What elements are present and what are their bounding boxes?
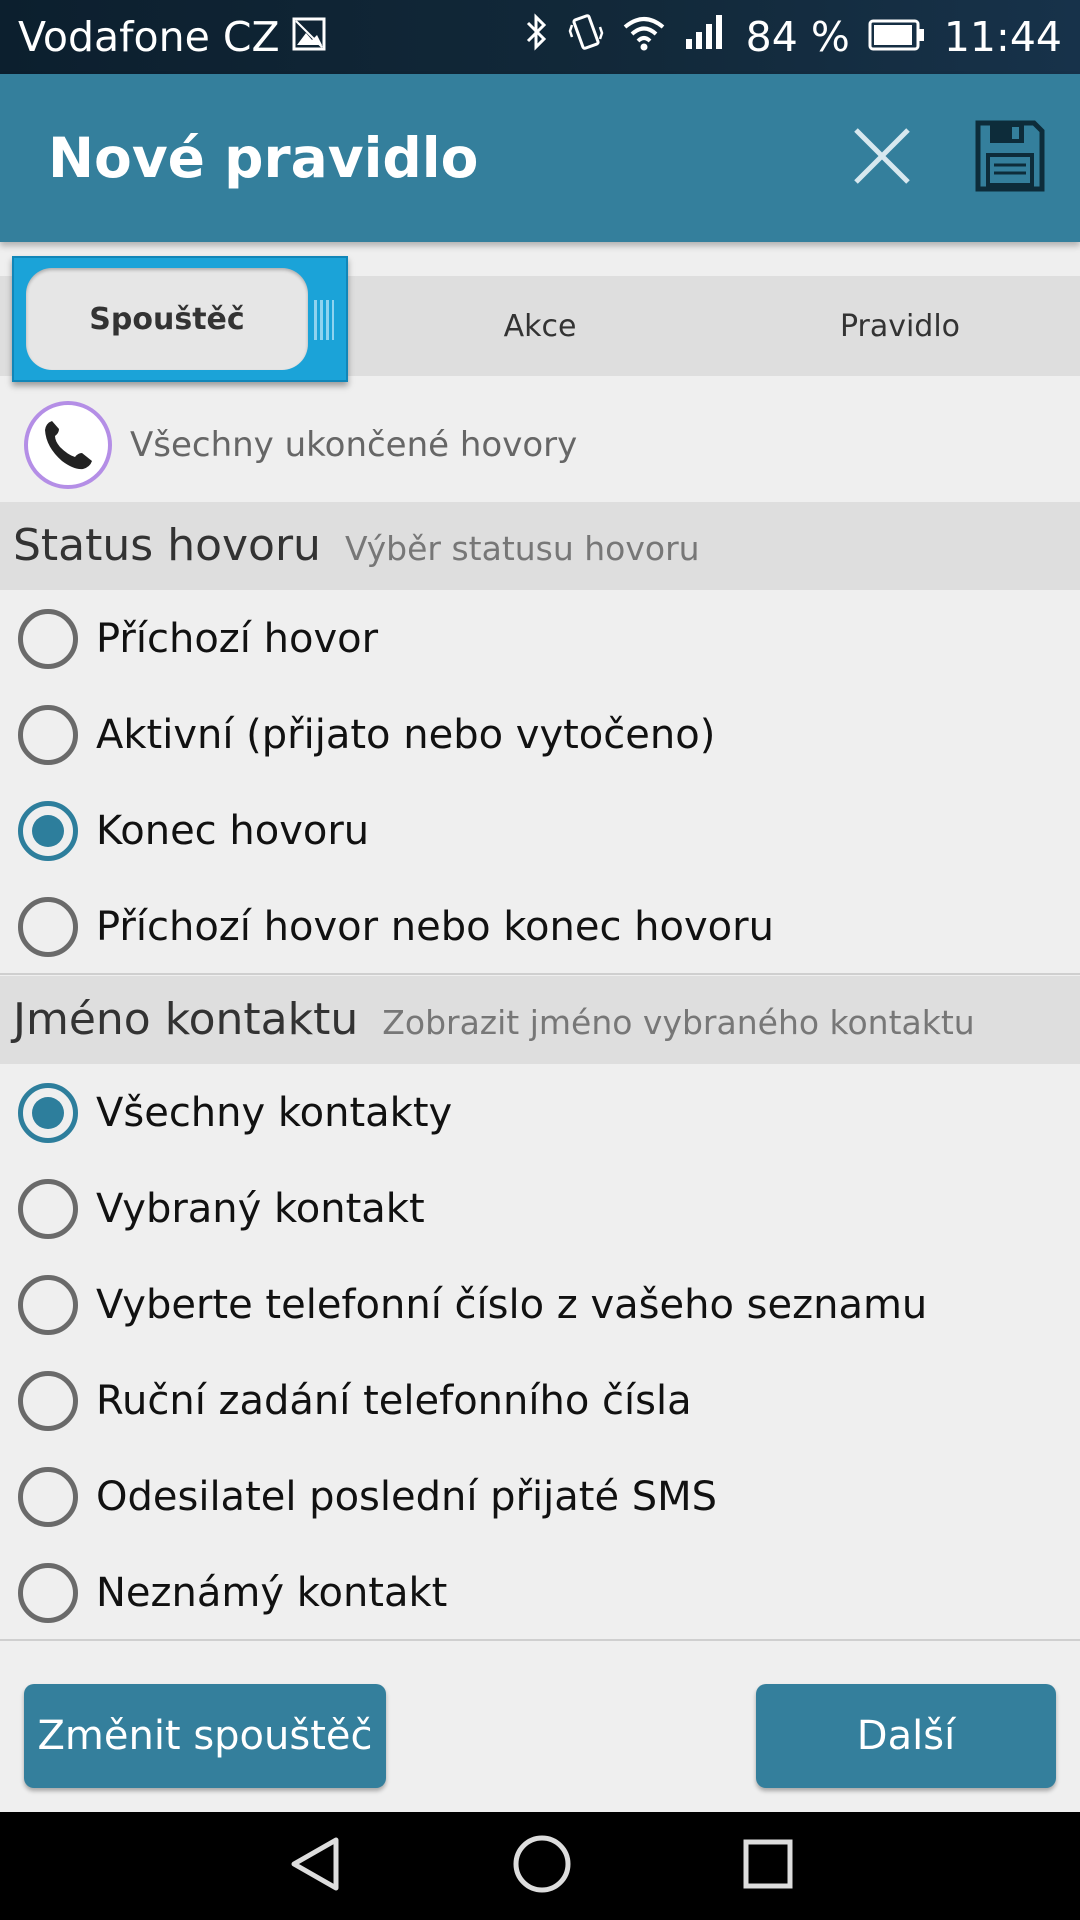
section-contact-name: Jméno kontaktu Zobrazit jméno vybraného …	[0, 976, 1080, 1064]
tab-pravidlo[interactable]: Pravidlo	[720, 276, 1080, 376]
battery-percent: 84 %	[745, 13, 850, 61]
bluetooth-icon	[522, 13, 550, 61]
radio-option[interactable]: Příchozí hovor	[0, 591, 1080, 687]
radio-button[interactable]	[18, 609, 78, 669]
contact-name-options: Všechny kontakty Vybraný kontakt Vyberte…	[0, 1065, 1080, 1641]
section-heading: Status hovoru	[13, 520, 321, 571]
section-heading: Jméno kontaktu	[13, 994, 359, 1045]
radio-button[interactable]	[18, 897, 78, 957]
trigger-label: Všechny ukončené hovory	[130, 425, 578, 465]
radio-dot	[32, 1097, 64, 1129]
radio-button-selected[interactable]	[18, 801, 78, 861]
radio-option[interactable]: Konec hovoru	[0, 783, 1080, 879]
page-title: Nové pravidlo	[48, 126, 479, 190]
radio-label: Všechny kontakty	[96, 1090, 453, 1136]
radio-option[interactable]: Neznámý kontakt	[0, 1545, 1080, 1641]
tab-spoustec-highlight: Spouštěč	[12, 256, 348, 382]
tab-spoustec[interactable]: Spouštěč	[26, 268, 308, 370]
navigation-bar	[0, 1812, 1080, 1920]
radio-option[interactable]: Ruční zadání telefonního čísla	[0, 1353, 1080, 1449]
status-bar: Vodafone CZ 84 % 11:44	[0, 0, 1080, 74]
radio-label: Konec hovoru	[96, 808, 370, 854]
radio-label: Aktivní (přijato nebo vytočeno)	[96, 712, 716, 758]
section-subheading: Zobrazit jméno vybraného kontaktu	[382, 1003, 975, 1042]
app-bar-actions	[850, 119, 1046, 197]
radio-label: Příchozí hovor	[96, 616, 379, 662]
radio-option[interactable]: Všechny kontakty	[0, 1065, 1080, 1161]
radio-button[interactable]	[18, 1371, 78, 1431]
radio-button[interactable]	[18, 1563, 78, 1623]
radio-label: Vybraný kontakt	[96, 1186, 425, 1232]
radio-label: Vyberte telefonní číslo z vašeho seznamu	[96, 1282, 928, 1328]
call-status-options: Příchozí hovor Aktivní (přijato nebo vyt…	[0, 591, 1080, 975]
recents-icon[interactable]	[742, 1838, 794, 1894]
section-subheading: Výběr statusu hovoru	[344, 529, 700, 568]
clock: 11:44	[943, 13, 1062, 61]
radio-option[interactable]: Odesilatel poslední přijaté SMS	[0, 1449, 1080, 1545]
home-icon[interactable]	[512, 1834, 572, 1898]
radio-button[interactable]	[18, 705, 78, 765]
back-icon[interactable]	[286, 1834, 342, 1898]
carrier-group: Vodafone CZ	[18, 13, 326, 61]
change-trigger-button[interactable]: Změnit spouštěč	[24, 1684, 386, 1788]
vibrate-icon	[568, 13, 604, 61]
radio-label: Odesilatel poslední přijaté SMS	[96, 1474, 718, 1520]
radio-button[interactable]	[18, 1467, 78, 1527]
radio-dot	[32, 815, 64, 847]
divider	[0, 973, 1080, 975]
section-call-status: Status hovoru Výběr statusu hovoru	[0, 502, 1080, 590]
radio-option[interactable]: Vyberte telefonní číslo z vašeho seznamu	[0, 1257, 1080, 1353]
status-icons: 84 % 11:44	[522, 13, 1062, 61]
radio-label: Ruční zadání telefonního čísla	[96, 1378, 692, 1424]
app-bar: Nové pravidlo	[0, 74, 1080, 242]
battery-icon	[868, 13, 926, 61]
divider	[0, 1639, 1080, 1641]
phone-icon	[24, 401, 112, 489]
trigger-row[interactable]: Všechny ukončené hovory	[0, 390, 1080, 500]
radio-label: Neznámý kontakt	[96, 1570, 448, 1616]
radio-button[interactable]	[18, 1179, 78, 1239]
image-icon	[292, 13, 326, 61]
radio-button-selected[interactable]	[18, 1083, 78, 1143]
radio-option[interactable]: Aktivní (přijato nebo vytočeno)	[0, 687, 1080, 783]
next-button[interactable]: Další	[756, 1684, 1056, 1788]
signal-icon	[684, 13, 728, 61]
close-icon[interactable]	[850, 124, 914, 192]
radio-label: Příchozí hovor nebo konec hovoru	[96, 904, 774, 950]
radio-option[interactable]: Vybraný kontakt	[0, 1161, 1080, 1257]
save-icon[interactable]	[974, 119, 1046, 197]
wifi-icon	[622, 13, 666, 61]
tab-grip-handle	[314, 300, 334, 340]
radio-option[interactable]: Příchozí hovor nebo konec hovoru	[0, 879, 1080, 975]
radio-button[interactable]	[18, 1275, 78, 1335]
tab-akce[interactable]: Akce	[360, 276, 720, 376]
carrier-name: Vodafone CZ	[18, 13, 280, 61]
